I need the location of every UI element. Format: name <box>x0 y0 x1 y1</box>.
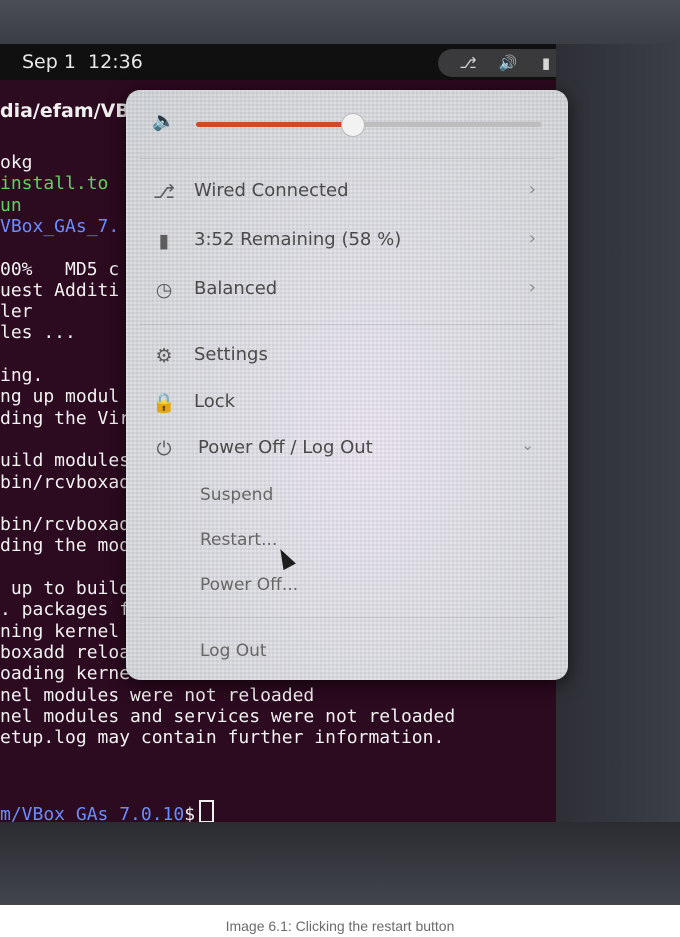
monitor-bezel-top <box>0 0 680 44</box>
power-off-log-out-label: Power Off / Log Out <box>198 437 373 458</box>
text-cursor <box>199 800 215 822</box>
volume-row: 🔈 <box>126 106 568 142</box>
power-off-item[interactable]: Power Off... <box>200 575 298 595</box>
terminal-path-line: dia/efam/VB <box>0 100 130 122</box>
battery-icon: ▮ <box>541 54 551 72</box>
date-label: Sep 1 <box>22 51 76 73</box>
terminal-line: etup.log may contain further information… <box>0 727 445 749</box>
terminal-line: install.to <box>0 173 109 195</box>
prompt-path: m/VBox_GAs_7.0.10 <box>0 804 185 822</box>
battery-icon: ▮ <box>158 230 170 252</box>
system-tray[interactable]: ⎇ 🔊 ▮ <box>438 49 556 77</box>
terminal-line: ing. <box>0 365 44 386</box>
terminal-line: . packages fr <box>0 599 141 621</box>
time-label: 12:36 <box>88 51 143 73</box>
restart-item[interactable]: Restart... <box>200 530 277 550</box>
lock-item[interactable]: 🔒 Lock <box>126 385 568 421</box>
terminal-line: ler <box>0 301 33 323</box>
terminal-line: okg <box>0 152 33 173</box>
terminal-line: ding the mod <box>0 535 131 557</box>
chevron-right-icon: › <box>528 277 536 298</box>
terminal-line: VBox_GAs_7. <box>0 215 120 237</box>
terminal-line: bin/rcvboxad <box>0 514 131 536</box>
power-mode-label: Balanced <box>194 278 278 299</box>
power-mode-item[interactable]: ◷ Balanced › <box>126 272 568 308</box>
suspend-item[interactable]: Suspend <box>200 485 273 505</box>
settings-label: Settings <box>194 344 268 365</box>
terminal-line: ding the Vir <box>0 407 131 429</box>
monitor-bezel-bottom <box>0 822 680 905</box>
terminal-line: uest Additi <box>0 279 120 301</box>
chevron-down-icon: ⌄ <box>521 436 534 454</box>
terminal-line: nel modules and services were not reload… <box>0 705 456 727</box>
terminal-line: ng up modul <box>0 386 120 408</box>
chevron-right-icon: › <box>528 179 536 200</box>
power-icon: ⏻ <box>156 438 172 460</box>
gear-icon: ⚙ <box>155 345 173 367</box>
top-bar: Sep 1 12:36 ⎇ 🔊 ▮ <box>0 44 556 80</box>
volume-slider-fill <box>196 122 352 127</box>
network-wired-icon: ⎇ <box>153 181 175 203</box>
terminal-line: les ... <box>0 322 76 344</box>
terminal-prompt[interactable]: m/VBox_GAs_7.0.10$ <box>0 800 215 822</box>
network-wired-icon: ⎇ <box>459 54 477 72</box>
speaker-icon: 🔊 <box>498 54 518 72</box>
terminal-line: nel modules were not reloaded <box>0 684 315 706</box>
photo-frame: Sep 1 12:36 ⎇ 🔊 ▮ dia/efam/VB okg install… <box>0 0 680 905</box>
wired-connected-item[interactable]: ⎇ Wired Connected › <box>126 174 568 210</box>
volume-slider[interactable] <box>196 113 542 137</box>
battery-item[interactable]: ▮ 3:52 Remaining (58 %) › <box>126 223 568 259</box>
chevron-right-icon: › <box>528 228 536 249</box>
prompt-symbol: $ <box>184 804 196 822</box>
monitor-bezel-right <box>556 44 680 864</box>
battery-remaining-label: 3:52 Remaining (58 %) <box>194 229 402 250</box>
terminal-line: un <box>0 194 22 216</box>
terminal-line: uild modules <box>0 450 131 472</box>
power-off-log-out-item[interactable]: ⏻ Power Off / Log Out ⌄ <box>126 431 568 467</box>
volume-slider-handle[interactable] <box>340 113 365 137</box>
clock[interactable]: Sep 1 12:36 <box>22 51 143 73</box>
terminal-line: 00% MD5 c <box>0 258 120 280</box>
terminal-line: up to build <box>0 578 131 599</box>
settings-item[interactable]: ⚙ Settings <box>126 338 568 374</box>
power-mode-icon: ◷ <box>155 279 173 301</box>
lock-label: Lock <box>194 391 236 412</box>
quick-settings-menu: 🔈 ⎇ Wired Connected › ▮ 3:52 Remaining (… <box>126 90 568 680</box>
log-out-item[interactable]: Log Out <box>200 641 267 661</box>
wired-connected-label: Wired Connected <box>194 180 349 201</box>
lock-icon: 🔒 <box>152 392 176 414</box>
terminal-line: bin/rcvboxad <box>0 471 131 493</box>
image-caption: Image 6.1: Clicking the restart button <box>225 918 455 934</box>
speaker-icon: 🔈 <box>152 110 176 132</box>
